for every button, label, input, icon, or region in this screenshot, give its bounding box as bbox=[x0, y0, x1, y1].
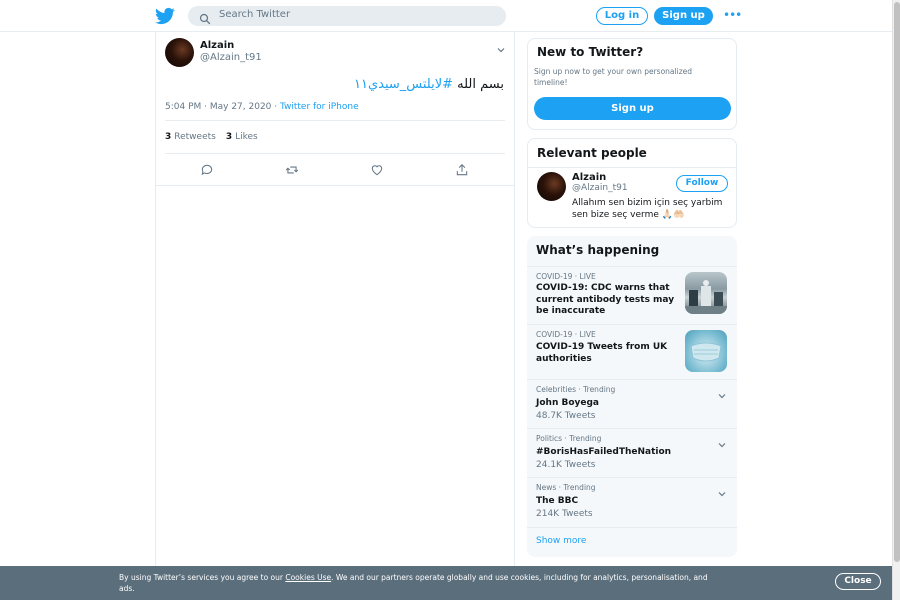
trend-item[interactable]: Politics · Trending #BorisHasFailedTheNa… bbox=[527, 428, 737, 477]
cookie-banner: By using Twitter’s services you agree to… bbox=[0, 566, 892, 600]
tweet-column: Alzain @Alzain_t91 بسم الله #لايلتس_سيدي… bbox=[155, 32, 515, 572]
tweet-stats: 3 Retweets 3 Likes bbox=[165, 132, 258, 142]
person-name[interactable]: Alzain bbox=[572, 172, 606, 183]
search-input[interactable]: Search Twitter bbox=[219, 9, 290, 20]
trend-context: Politics · Trending bbox=[536, 434, 602, 443]
trend-title: #BorisHasFailedTheNation bbox=[536, 447, 672, 457]
trend-context: Celebrities · Trending bbox=[536, 385, 616, 394]
close-button[interactable]: Close bbox=[835, 573, 881, 590]
scrollbar-thumb[interactable] bbox=[894, 2, 900, 562]
retweets-count[interactable]: 3 bbox=[165, 132, 171, 142]
reply-icon[interactable] bbox=[200, 162, 214, 176]
tweet-text-plain: بسم الله bbox=[453, 77, 504, 92]
trend-tweet-count: 24.1K Tweets bbox=[536, 460, 596, 470]
whats-happening-card: What’s happening COVID-19 · LIVE COVID-1… bbox=[527, 236, 737, 557]
top-navigation-bar: Search Twitter Log in Sign up ••• bbox=[0, 0, 892, 32]
chevron-down-icon[interactable] bbox=[717, 435, 727, 448]
card-title: Relevant people bbox=[537, 146, 647, 160]
chevron-down-icon[interactable] bbox=[717, 484, 727, 497]
signup-button[interactable]: Sign up bbox=[654, 7, 713, 25]
divider bbox=[156, 185, 514, 186]
more-dots-icon[interactable]: ••• bbox=[723, 8, 742, 22]
person-bio: Allahım sen bizim için seç yarbim sen bi… bbox=[572, 198, 723, 220]
trend-context: News · Trending bbox=[536, 483, 596, 492]
trend-title: COVID-19: CDC warns that current antibod… bbox=[536, 283, 675, 316]
person-handle[interactable]: @Alzain_t91 bbox=[572, 183, 628, 193]
divider bbox=[528, 167, 736, 168]
share-icon[interactable] bbox=[455, 162, 469, 176]
tweet-author-name[interactable]: Alzain bbox=[200, 40, 234, 51]
trend-title: COVID-19 Tweets from UK authorities bbox=[536, 342, 668, 364]
retweet-icon[interactable] bbox=[285, 162, 299, 176]
show-more-link[interactable]: Show more bbox=[536, 536, 586, 546]
twitter-bird-icon[interactable] bbox=[155, 6, 175, 26]
trend-tweet-count: 214K Tweets bbox=[536, 509, 593, 519]
trend-item[interactable]: COVID-19 · LIVE COVID-19 Tweets from UK … bbox=[527, 324, 737, 379]
trend-context: COVID-19 · LIVE bbox=[536, 272, 596, 281]
cookies-use-link[interactable]: Cookies Use bbox=[285, 573, 331, 582]
divider bbox=[165, 153, 505, 154]
trend-item[interactable]: News · Trending The BBC 214K Tweets bbox=[527, 477, 737, 527]
tweet-hashtag-link[interactable]: #لايلتس_سيدي١١ bbox=[354, 77, 453, 92]
new-to-twitter-card: New to Twitter? Sign up now to get your … bbox=[527, 38, 737, 130]
trend-title: John Boyega bbox=[536, 398, 600, 408]
avatar[interactable] bbox=[165, 38, 194, 67]
trend-context: COVID-19 · LIVE bbox=[536, 330, 596, 339]
tweet-time[interactable]: 5:04 PM · May 27, 2020 · bbox=[165, 102, 280, 112]
follow-button[interactable]: Follow bbox=[676, 175, 728, 192]
avatar[interactable] bbox=[537, 172, 566, 201]
card-title: New to Twitter? bbox=[537, 45, 644, 59]
trend-title: The BBC bbox=[536, 496, 579, 506]
card-title: What’s happening bbox=[536, 243, 660, 257]
divider bbox=[165, 120, 505, 121]
chevron-down-icon[interactable] bbox=[717, 386, 727, 399]
relevant-people-card: Relevant people Alzain @Alzain_t91 Follo… bbox=[527, 138, 737, 228]
trend-tweet-count: 48.7K Tweets bbox=[536, 411, 596, 421]
scrollbar[interactable] bbox=[892, 0, 900, 600]
cookie-text: By using Twitter’s services you agree to… bbox=[119, 572, 719, 594]
likes-label[interactable]: Likes bbox=[235, 132, 258, 142]
signup-button[interactable]: Sign up bbox=[534, 97, 731, 120]
tweet-timestamp: 5:04 PM · May 27, 2020 · Twitter for iPh… bbox=[165, 102, 359, 112]
cookie-text-before: By using Twitter’s services you agree to… bbox=[119, 573, 286, 582]
trend-item[interactable]: COVID-19 · LIVE COVID-19: CDC warns that… bbox=[527, 266, 737, 323]
trend-item[interactable]: Celebrities · Trending John Boyega 48.7K… bbox=[527, 379, 737, 428]
signup-description: Sign up now to get your own personalized… bbox=[534, 67, 693, 87]
likes-count[interactable]: 3 bbox=[226, 132, 232, 142]
trend-thumbnail bbox=[685, 272, 727, 314]
retweets-label[interactable]: Retweets bbox=[174, 132, 216, 142]
tweet-source-link[interactable]: Twitter for iPhone bbox=[280, 102, 359, 112]
tweet-text: بسم الله #لايلتس_سيدي١١ bbox=[354, 77, 504, 92]
trend-thumbnail bbox=[685, 330, 727, 372]
search-bar[interactable]: Search Twitter bbox=[188, 6, 506, 26]
like-heart-icon[interactable] bbox=[370, 162, 384, 176]
tweet-author-handle[interactable]: @Alzain_t91 bbox=[200, 52, 262, 63]
search-icon bbox=[199, 10, 211, 25]
login-button[interactable]: Log in bbox=[596, 7, 648, 25]
chevron-down-icon[interactable] bbox=[496, 40, 506, 53]
